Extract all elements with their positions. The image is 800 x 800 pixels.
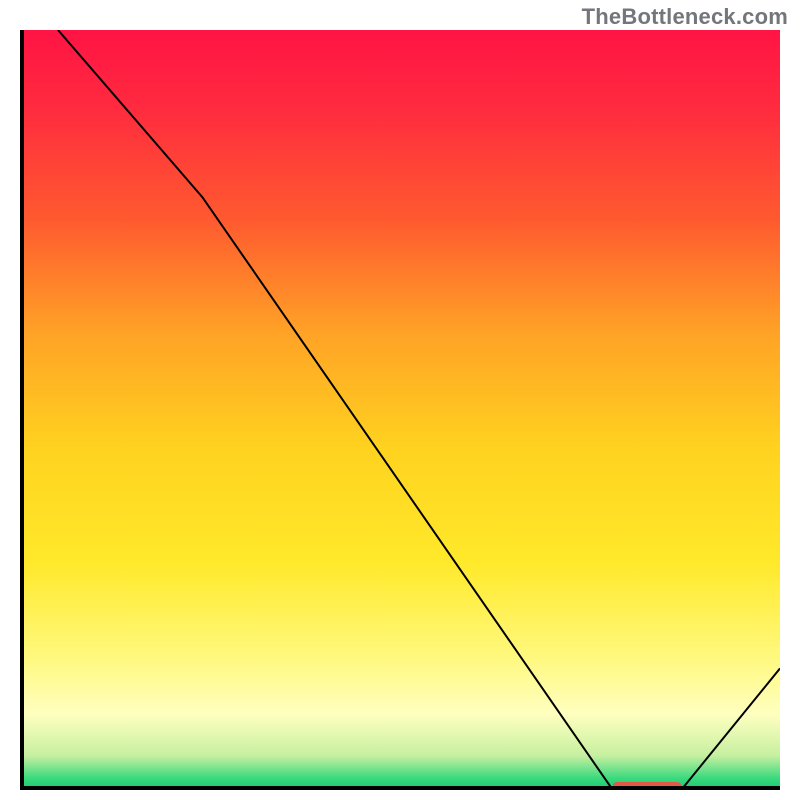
attribution-label: TheBottleneck.com xyxy=(582,4,788,30)
gradient-background xyxy=(20,30,780,790)
chart-container: TheBottleneck.com xyxy=(0,0,800,800)
plot-area xyxy=(20,30,780,790)
bottleneck-chart xyxy=(20,30,780,790)
